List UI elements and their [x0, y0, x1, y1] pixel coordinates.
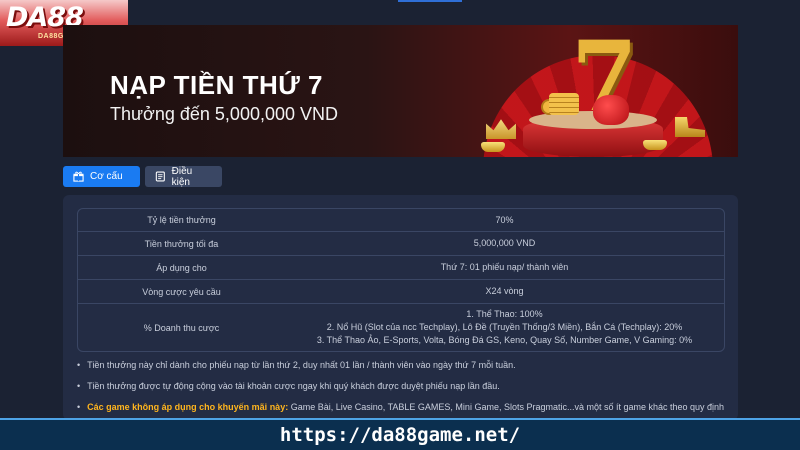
row-value-line: 3. Thể Thao Ảo, E-Sports, Volta, Bóng Đá… [316, 335, 693, 345]
document-icon [155, 171, 165, 182]
site-url-link[interactable]: https://da88game.net/ [280, 424, 520, 446]
bullet-icon: • [77, 402, 81, 412]
row-value-line: 1. Thể Thao: 100% [466, 309, 543, 319]
row-value: 5,000,000 VND [285, 232, 724, 255]
row-value: Thứ 7: 01 phiếu nạp/ thành viên [285, 256, 724, 279]
table-row: % Doanh thu cược 1. Thể Thao: 100% 2. Nổ… [78, 304, 724, 351]
table-row: Tỷ lệ tiền thưởng 70% [78, 209, 724, 232]
bullet-icon: • [77, 381, 81, 391]
row-value-line: Thứ 7: 01 phiếu nạp/ thành viên [440, 262, 569, 272]
tab-co-cau[interactable]: Cơ cấu [63, 166, 140, 187]
note-text: Các game không áp dụng cho khuyến mãi nà… [87, 402, 724, 412]
row-value-line: 2. Nổ Hũ (Slot của ncc Techplay), Lô Đề … [326, 322, 683, 332]
promo-details-table: Tỷ lệ tiền thưởng 70% Tiền thưởng tối đa… [77, 208, 725, 352]
gold-ingot-icon [643, 140, 667, 150]
row-label: Tiền thưởng tối đa [144, 238, 219, 249]
note-text: Tiền thưởng này chỉ dành cho phiếu nạp t… [87, 360, 516, 370]
coin-stack-icon [549, 93, 579, 115]
row-label: Vòng cược yêu cầu [142, 286, 221, 297]
tab-label: Điều kiện [171, 165, 193, 188]
list-item: • Tiền thưởng này chỉ dành cho phiếu nạp… [77, 360, 737, 381]
row-label: % Doanh thu cược [143, 322, 220, 333]
note-highlight: Các game không áp dụng cho khuyến mãi nà… [87, 402, 289, 412]
row-value: 70% [285, 209, 724, 231]
note-text: Tiền thưởng được tự động cộng vào tài kh… [87, 381, 500, 391]
tab-dieu-kien[interactable]: Điều kiện [145, 165, 222, 188]
red-pouch-icon [593, 95, 629, 125]
banner-title: NẠP TIỀN THỨ 7 [110, 70, 324, 100]
url-footer-bar[interactable]: https://da88game.net/ [0, 418, 800, 450]
gift-icon [73, 171, 84, 182]
note-detail: Game Bài, Live Casino, TABLE GAMES, Mini… [288, 402, 725, 412]
terms-list: • Tiền thưởng này chỉ dành cho phiếu nạp… [77, 360, 737, 423]
table-row: Vòng cược yêu cầu X24 vòng [78, 280, 724, 304]
row-value: X24 vòng [285, 280, 724, 303]
bullet-icon: • [77, 360, 81, 370]
row-value-line: X24 vòng [485, 286, 524, 296]
row-value: 1. Thể Thao: 100% 2. Nổ Hũ (Slot của ncc… [285, 304, 724, 351]
tab-label: Cơ cấu [90, 171, 123, 182]
table-row: Áp dụng cho Thứ 7: 01 phiếu nạp/ thành v… [78, 256, 724, 280]
banner-subtitle: Thưởng đến 5,000,000 VND [110, 104, 338, 124]
row-value-line: 5,000,000 VND [473, 238, 536, 248]
gold-ingot-icon [481, 142, 505, 152]
row-value-line: 70% [495, 214, 514, 225]
row-label: Áp dụng cho [156, 262, 207, 273]
top-nav-indicator [398, 0, 462, 2]
row-label: Tỷ lệ tiền thưởng [147, 215, 216, 225]
table-row: Tiền thưởng tối đa 5,000,000 VND [78, 232, 724, 256]
promo-banner: 7 NẠP TIỀN THỨ 7 Thưởng đến 5,000,000 VN… [63, 25, 738, 157]
list-item: • Tiền thưởng được tự động cộng vào tài … [77, 381, 737, 402]
